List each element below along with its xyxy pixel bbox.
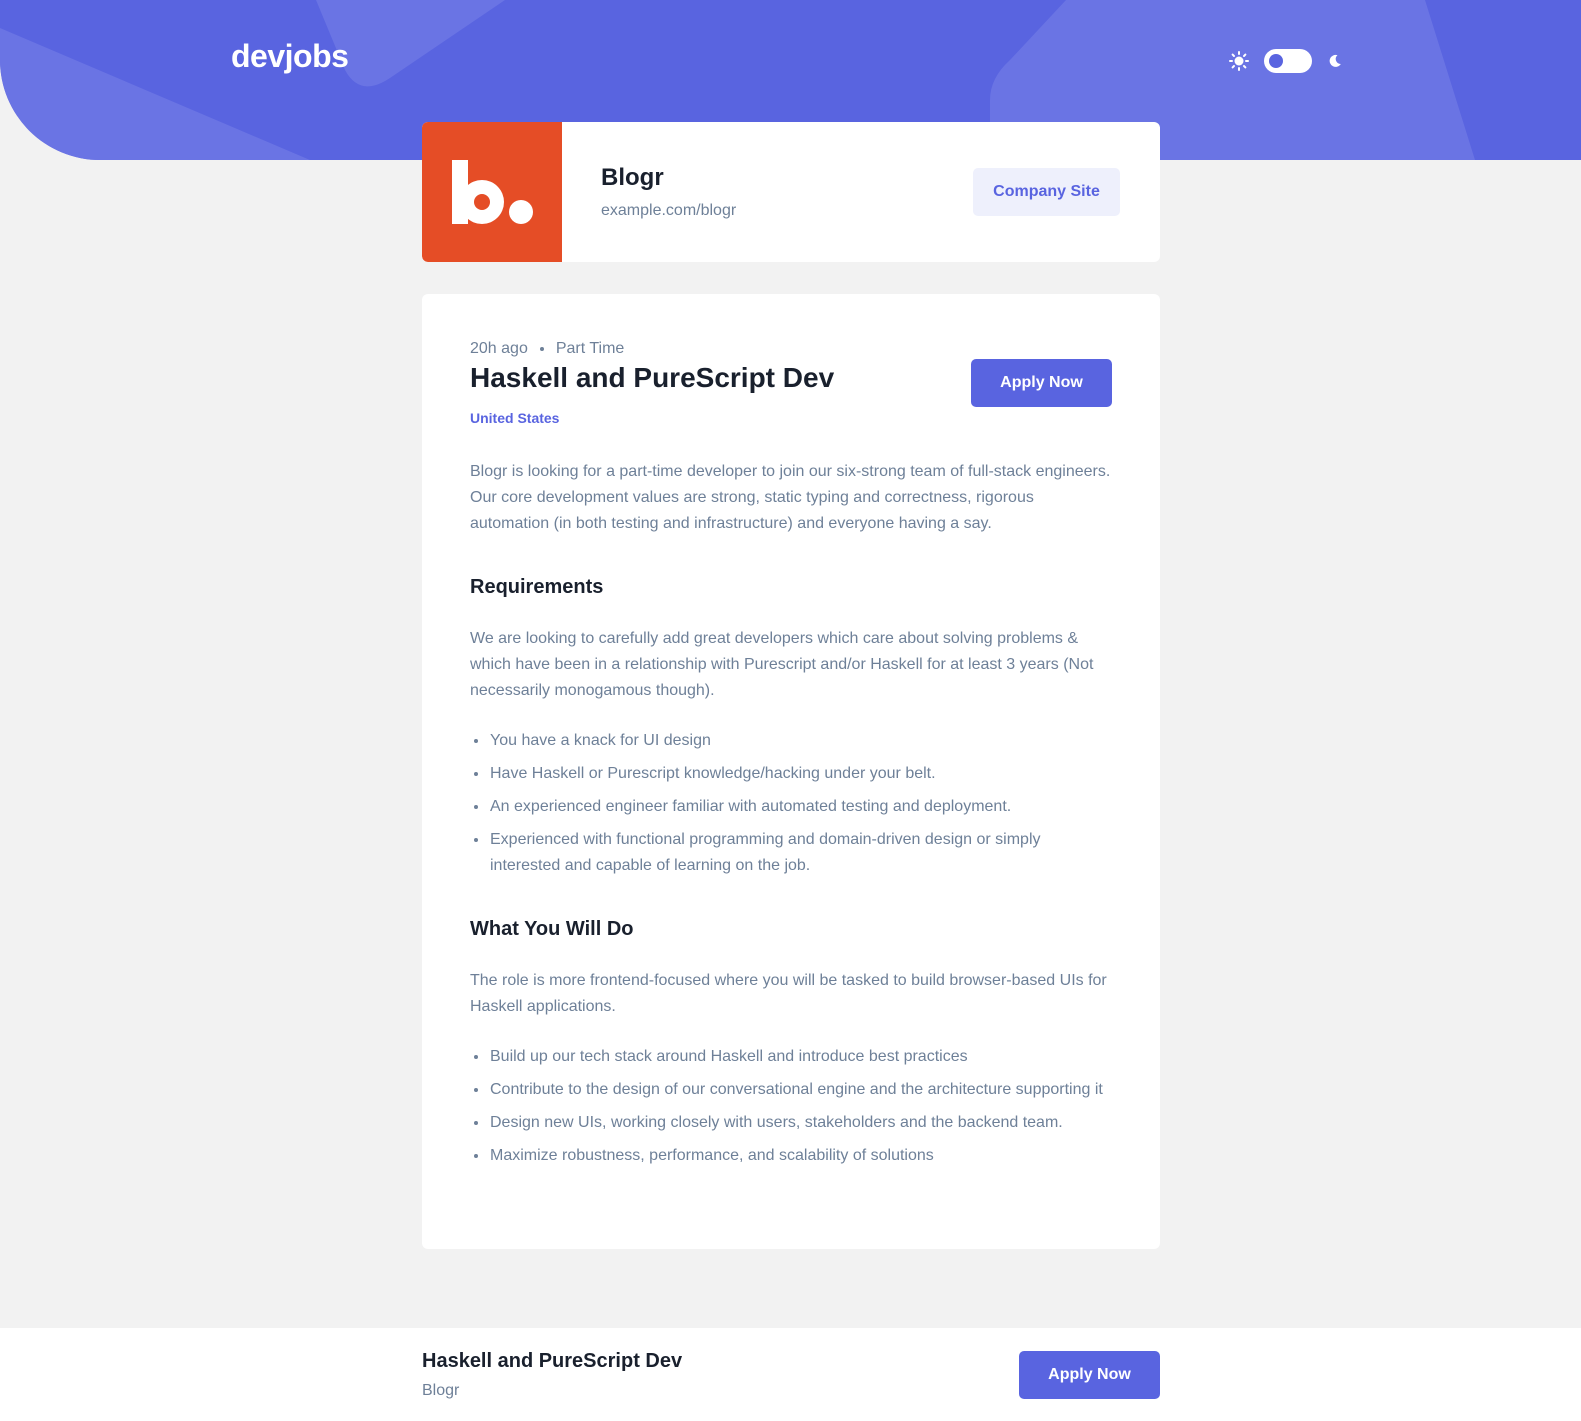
job-details-card: 20h ago Part Time Haskell and PureScript… (422, 294, 1160, 1249)
list-item: Design new UIs, working closely with use… (470, 1110, 1115, 1136)
job-title: Haskell and PureScript Dev (470, 362, 835, 393)
list-item: You have a knack for UI design (470, 728, 1115, 754)
list-item: Contribute to the design of our conversa… (470, 1077, 1115, 1103)
theme-switch (1229, 48, 1342, 74)
role-list: Build up our tech stack around Haskell a… (470, 1044, 1115, 1169)
contract-type: Part Time (555, 340, 625, 357)
role-heading: What You Will Do (470, 918, 634, 940)
job-meta: 20h ago Part Time (470, 340, 624, 358)
blogr-logo-icon (452, 160, 533, 224)
footer-job-title: Haskell and PureScript Dev (422, 1350, 683, 1372)
apply-now-button[interactable]: Apply Now (971, 359, 1112, 407)
moon-icon (1329, 54, 1341, 67)
company-site-button[interactable]: Company Site (973, 168, 1120, 216)
sun-icon (1229, 51, 1249, 71)
list-item: An experienced engineer familiar with au… (470, 794, 1115, 820)
requirements-list: You have a knack for UI design Have Hask… (470, 728, 1115, 879)
list-item: Experienced with functional programming … (470, 827, 1115, 879)
list-item: Maximize robustness, performance, and sc… (470, 1143, 1115, 1169)
list-item: Have Haskell or Purescript knowledge/hac… (470, 761, 1115, 787)
sticky-footer: Haskell and PureScript Dev Blogr Apply N… (0, 1328, 1581, 1421)
footer-apply-now-button[interactable]: Apply Now (1019, 1351, 1160, 1399)
meta-separator (539, 347, 544, 351)
company-logo (422, 122, 562, 262)
role-content: The role is more frontend-focused where … (470, 972, 1107, 1015)
posted-time: 20h ago (470, 340, 528, 357)
footer-company-name: Blogr (422, 1382, 460, 1399)
list-item: Build up our tech stack around Haskell a… (470, 1044, 1115, 1070)
requirements-heading: Requirements (470, 576, 604, 598)
job-location: United States (470, 410, 560, 426)
job-description: Blogr is looking for a part-time develop… (470, 463, 1111, 532)
toggle-knob (1269, 54, 1283, 68)
company-name: Blogr (601, 164, 664, 191)
job-content: Blogr is looking for a part-time develop… (470, 459, 1115, 1176)
theme-toggle[interactable] (1264, 49, 1312, 73)
requirements-content: We are looking to carefully add great de… (470, 630, 1094, 699)
company-card: Blogr example.com/blogr Company Site (422, 122, 1160, 262)
company-url: example.com/blogr (601, 202, 737, 219)
devjobs-logo[interactable]: devjobs (231, 38, 349, 75)
